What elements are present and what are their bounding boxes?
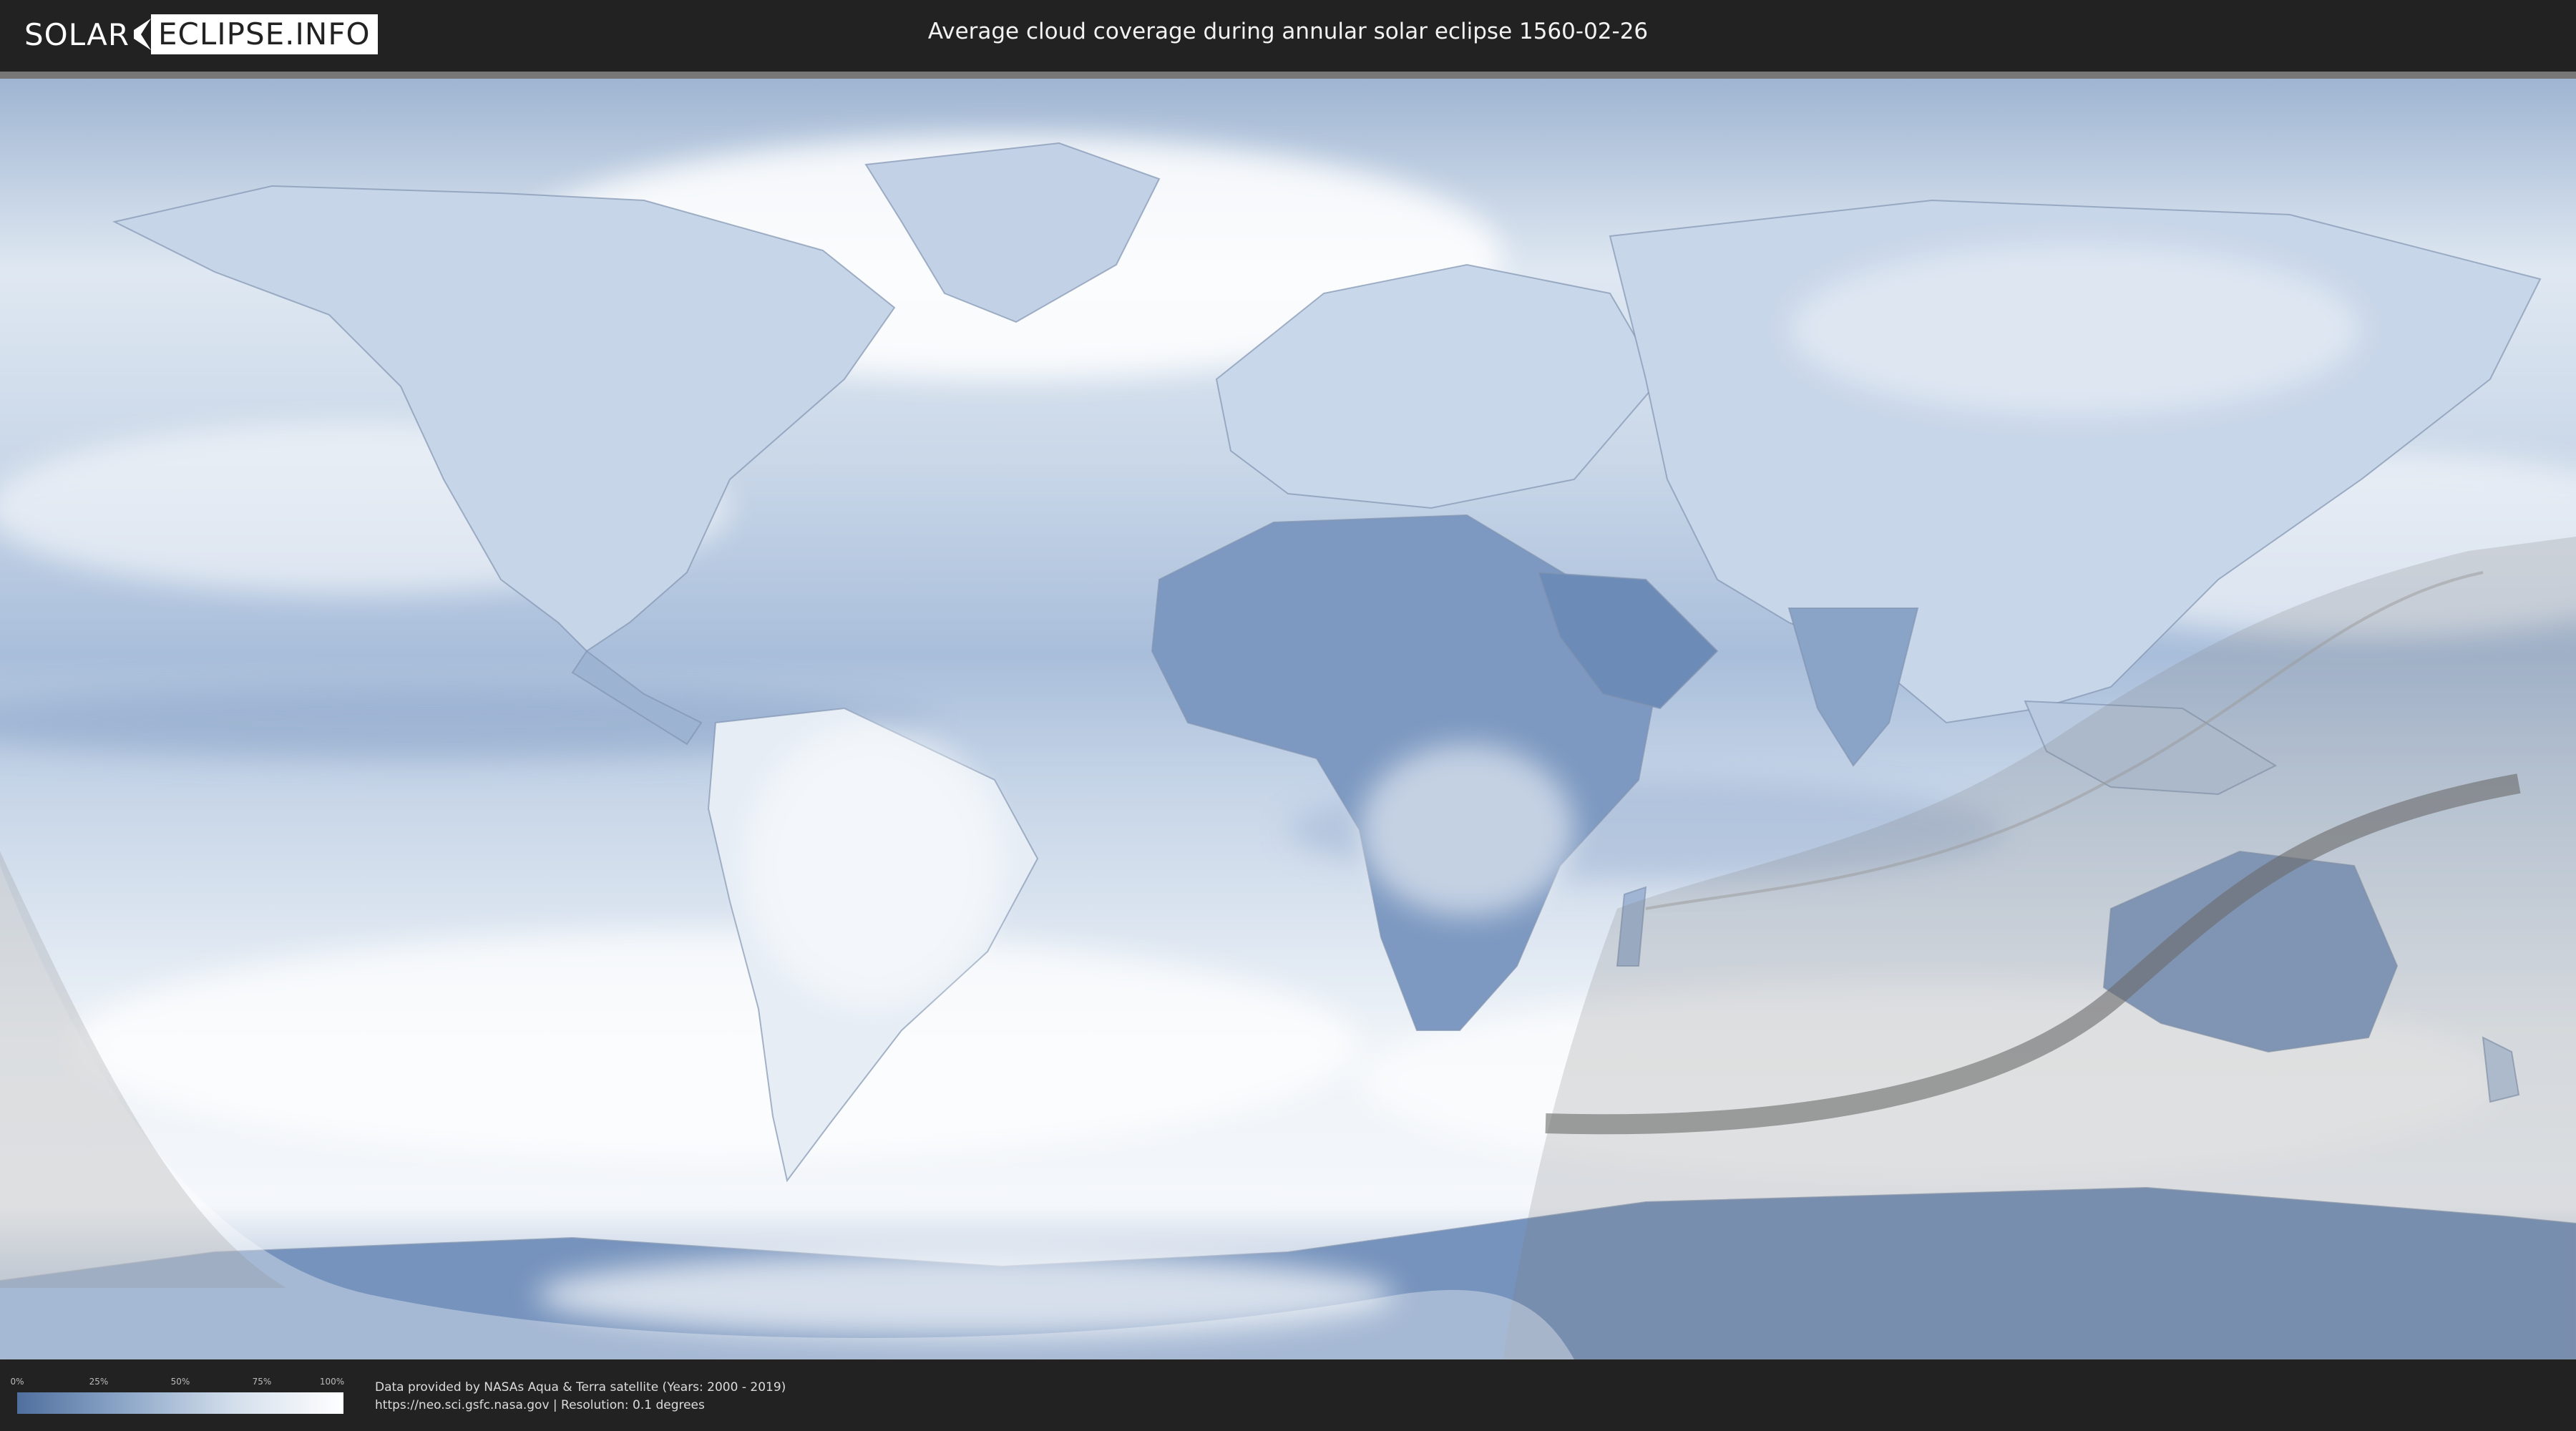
credits-line-url[interactable]: https://neo.sci.gsfc.nasa.gov | Resoluti… xyxy=(375,1397,786,1415)
map-frame xyxy=(0,72,2576,1359)
data-credits: Data provided by NASAs Aqua & Terra sate… xyxy=(375,1379,786,1415)
legend-tick-0: 0% xyxy=(10,1377,24,1387)
legend-tick-25: 25% xyxy=(89,1377,109,1387)
credits-line-source: Data provided by NASAs Aqua & Terra sate… xyxy=(375,1380,786,1395)
page-title: Average cloud coverage during annular so… xyxy=(927,19,1649,44)
legend-tick-100: 100% xyxy=(319,1377,345,1387)
cloud-coverage-map[interactable] xyxy=(0,79,2576,1359)
legend-tick-75: 75% xyxy=(252,1377,272,1387)
cloud-coverage-legend-bar xyxy=(17,1392,343,1414)
footer-bar: 0% 25% 50% 75% 100% Data provided by NAS… xyxy=(0,1359,2576,1431)
legend-tick-labels: 0% 25% 50% 75% 100% xyxy=(10,1377,345,1388)
header-bar: SOLAR ECLIPSE.INFO Average cloud coverag… xyxy=(0,0,2576,72)
legend-tick-50: 50% xyxy=(170,1377,190,1387)
